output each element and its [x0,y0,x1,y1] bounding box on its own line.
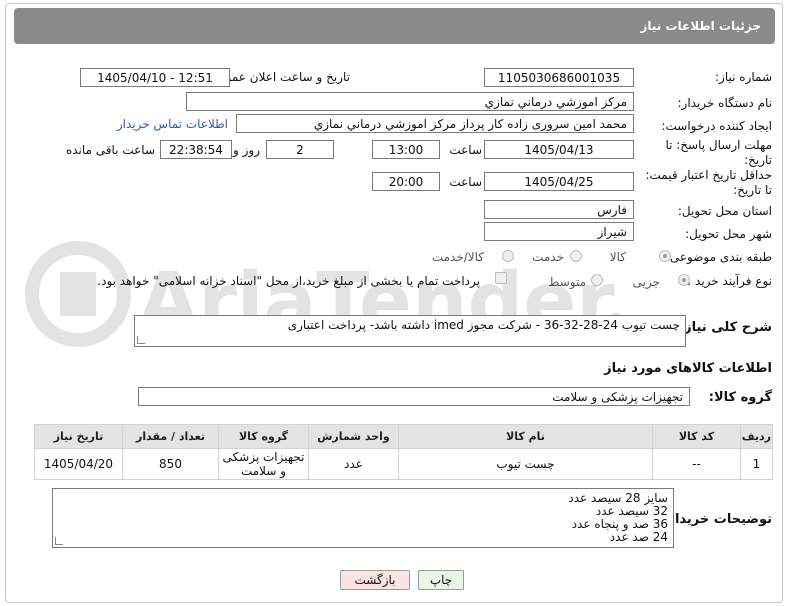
print-button[interactable]: چاپ [418,570,464,590]
table-row: 1 -- چست تیوب عدد تجهیزات پزشکی و سلامت … [34,448,773,480]
cell-need-date: 1405/04/20 [34,448,123,480]
price-validity-label-1: حداقل تاریخ اعتبار قیمت: [645,168,772,182]
reply-deadline-label-2: تاریخ: [744,153,772,167]
goods-section-title: اطلاعات کالاهای مورد نیاز [604,361,772,376]
reply-deadline-label-1: مهلت ارسال پاسخ: تا [665,138,772,152]
category-radio-goods-service[interactable] [502,250,514,262]
requester-value: محمد امین سروری زاده کار پرداز مرکز اموز… [236,114,634,133]
resize-grip-icon[interactable] [137,336,145,344]
buyer-org-label: نام دستگاه خریدار: [677,96,773,110]
remaining-label: ساعت باقی مانده [65,143,155,157]
description-text: چست تیوب 24-28-32-36 - شرکت مجوز imed دا… [287,318,680,332]
requester-label: ایجاد کننده درخواست: [661,119,772,133]
category-option-service: خدمت [532,250,564,264]
announce-datetime-value: 1405/04/10 - 12:51 [80,68,230,87]
reply-time-label: ساعت [449,143,482,157]
page-header: جزئیات اطلاعات نیاز [14,8,775,44]
purchase-radio-minor[interactable] [678,274,690,286]
col-item-name: نام کالا [398,424,653,449]
buyer-contact-link[interactable]: اطلاعات تماس خریدار [117,117,228,131]
buyer-note-line: 36 صد و پنجاه عدد [571,517,668,531]
table-header-row: ردیف کد کالا نام کالا واحد شمارش گروه کا… [34,424,773,449]
purchase-option-medium: متوسط [548,275,586,289]
back-button[interactable]: بازگشت [340,570,410,590]
col-unit: واحد شمارش [308,424,399,449]
category-radio-goods[interactable] [659,250,671,262]
category-option-goods-service: کالا/خدمت [431,250,484,264]
purchase-option-minor: جزیی [632,275,660,289]
description-label: شرح کلی نیاز: [678,320,772,335]
purchase-type-label: نوع فرآیند خرید : [687,274,772,288]
goods-group-value: تجهیزات پزشکی و سلامت [138,387,690,406]
reply-deadline-time: 13:00 [372,140,440,159]
cell-item-code: -- [652,448,741,480]
price-validity-date: 1405/04/25 [484,172,634,191]
col-goods-group: گروه کالا [218,424,309,449]
category-label: طبقه بندی موضوعی: [665,250,772,264]
remaining-time: 22:38:54 [160,140,232,159]
cell-unit: عدد [308,448,399,480]
reply-days: 2 [266,140,334,159]
cell-row-number: 1 [740,448,773,480]
buyer-note-line: 24 صد عدد [609,530,668,544]
resize-grip-icon[interactable] [55,537,63,545]
buyer-notes-label: توضیحات خریدار: [662,512,772,527]
price-time-label: ساعت [449,175,482,189]
col-item-code: کد کالا [652,424,741,449]
need-number-value: 1105030686001035 [484,68,634,87]
treasury-payment-note: پرداخت تمام یا بخشی از مبلغ خرید،از محل … [97,274,480,288]
col-quantity: تعداد / مقدار [122,424,219,449]
category-radio-service[interactable] [570,250,582,262]
col-row-number: ردیف [740,424,773,449]
delivery-province-value: فارس [484,200,634,219]
purchase-radio-medium[interactable] [591,274,603,286]
delivery-city-value: شیراز [484,222,634,241]
price-validity-label-2: تا تاریخ: [733,183,772,197]
price-validity-time: 20:00 [372,172,440,191]
buyer-notes-textarea[interactable]: سایز 28 سیصد عدد 32 سیصد عدد 36 صد و پنج… [52,488,674,548]
cell-item-name: چست تیوب [398,448,653,480]
buyer-note-line: سایز 28 سیصد عدد [568,491,668,505]
treasury-payment-checkbox[interactable] [495,272,507,284]
delivery-province-label: استان محل تحویل: [677,204,772,218]
days-label: روز و [233,143,260,157]
goods-table: ردیف کد کالا نام کالا واحد شمارش گروه کا… [34,424,773,480]
description-textarea[interactable]: چست تیوب 24-28-32-36 - شرکت مجوز imed دا… [134,315,686,347]
goods-group-label: گروه کالا: [708,390,772,405]
category-option-goods: کالا [609,250,626,264]
col-need-date: تاریخ نیاز [34,424,123,449]
cell-quantity: 850 [122,448,219,480]
delivery-city-label: شهر محل تحویل: [685,227,772,241]
reply-deadline-date: 1405/04/13 [484,140,634,159]
buyer-org-value: مرکز اموزشي درماني نمازي [186,92,634,111]
cell-goods-group: تجهیزات پزشکی و سلامت [218,448,309,480]
need-number-label: شماره نیاز: [715,70,772,84]
